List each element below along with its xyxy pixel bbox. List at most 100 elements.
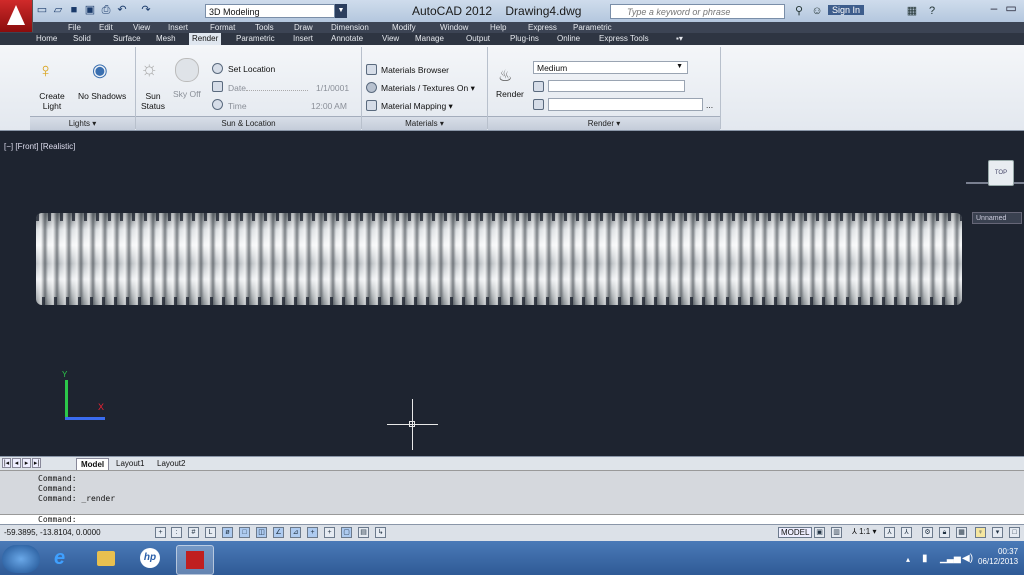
menu-dimension[interactable]: Dimension: [331, 22, 369, 33]
more-options-button[interactable]: ...: [706, 100, 713, 110]
menu-format[interactable]: Format: [210, 22, 235, 33]
taskbar-clock[interactable]: 00:37 06/12/2013: [978, 547, 1018, 567]
sun-status-icon[interactable]: ☼: [140, 58, 158, 81]
command-history[interactable]: Command: Command: Command: _render: [0, 470, 1024, 515]
help-icon[interactable]: ?: [925, 4, 939, 18]
threaded-rod-model[interactable]: [36, 213, 962, 305]
dynamic-input-icon[interactable]: +: [307, 527, 318, 538]
show-hidden-icons[interactable]: ▴: [906, 555, 910, 564]
tab-mesh[interactable]: Mesh: [156, 33, 176, 45]
tab-manage[interactable]: Manage: [415, 33, 444, 45]
viewcube[interactable]: TOP: [988, 160, 1014, 186]
sun-location-panel-footer[interactable]: Sun & Location: [136, 116, 361, 130]
no-shadows-icon[interactable]: ◉: [92, 60, 108, 81]
menu-edit[interactable]: Edit: [99, 22, 113, 33]
menu-file[interactable]: File: [68, 22, 81, 33]
tab-online[interactable]: Online: [557, 33, 580, 45]
status-bar-menu-icon[interactable]: ▾: [992, 527, 1003, 538]
tab-insert[interactable]: Insert: [293, 33, 313, 45]
signal-icon[interactable]: ▁▃▅: [940, 553, 961, 564]
restore-button[interactable]: ▭: [1003, 0, 1019, 18]
materials-browser-button[interactable]: Materials Browser: [381, 65, 449, 75]
menu-view[interactable]: View: [133, 22, 150, 33]
minimize-button[interactable]: –: [986, 0, 1002, 18]
sign-in-link[interactable]: Sign In: [828, 5, 865, 15]
auto-scale-icon[interactable]: ⅄: [901, 527, 912, 538]
teapot-icon[interactable]: ♨: [498, 66, 512, 86]
user-icon[interactable]: ☺: [810, 4, 824, 18]
menu-tools[interactable]: Tools: [255, 22, 274, 33]
polar-tracking-icon[interactable]: ø: [222, 527, 233, 538]
first-layout-icon[interactable]: |◂: [2, 458, 11, 468]
tab-output[interactable]: Output: [466, 33, 490, 45]
workspace-switch-icon[interactable]: ⚙: [922, 527, 933, 538]
tab-plug-ins[interactable]: Plug-ins: [510, 33, 539, 45]
print-icon[interactable]: ⎙: [100, 4, 112, 16]
binoculars-icon[interactable]: ⚲: [792, 4, 806, 18]
workspace-dropdown-arrow[interactable]: ▼: [335, 4, 347, 18]
undo-icon[interactable]: ↶: [116, 4, 128, 16]
set-location-button[interactable]: Set Location: [228, 64, 275, 74]
dynamic-ucs-icon[interactable]: ⊿: [290, 527, 301, 538]
materials-panel-footer[interactable]: Materials ▾: [362, 116, 487, 130]
create-light-button[interactable]: Create Light: [37, 91, 67, 111]
layout-tab-model[interactable]: Model: [76, 458, 110, 470]
grid-display-icon[interactable]: #: [188, 527, 199, 538]
redo-icon[interactable]: ↷: [140, 4, 152, 16]
workspace-selector[interactable]: 3D Modeling: [205, 4, 335, 18]
render-quality-select[interactable]: Medium ▼: [533, 61, 688, 74]
autocad-taskbar-button[interactable]: [176, 545, 214, 575]
annotation-visibility-icon[interactable]: ⅄: [884, 527, 895, 538]
application-menu-button[interactable]: [0, 0, 33, 32]
render-environment-field[interactable]: [548, 98, 703, 111]
tab-solid[interactable]: Solid: [73, 33, 91, 45]
sky-off-button[interactable]: Sky Off: [173, 89, 201, 99]
object-snap-icon[interactable]: □: [239, 527, 250, 538]
menu-modify[interactable]: Modify: [392, 22, 416, 33]
menu-draw[interactable]: Draw: [294, 22, 313, 33]
toolbar-lock-icon[interactable]: 🔒︎: [939, 527, 950, 538]
save-as-icon[interactable]: ▣: [84, 4, 96, 16]
volume-icon[interactable]: ◀): [962, 553, 973, 564]
transparency-icon[interactable]: ▢: [341, 527, 352, 538]
layout-tab-layout1[interactable]: Layout1: [112, 458, 148, 469]
new-icon[interactable]: ▭: [36, 4, 48, 16]
sun-status-button[interactable]: Sun Status: [140, 91, 166, 111]
coordinate-readout[interactable]: -59.3895, -13.8104, 0.0000: [4, 528, 101, 537]
save-icon[interactable]: ■: [68, 4, 80, 16]
render-panel-footer[interactable]: Render ▾: [488, 116, 720, 130]
infer-constraints-icon[interactable]: +: [155, 527, 166, 538]
lights-panel-footer[interactable]: Lights ▾: [30, 116, 135, 130]
layout-tab-layout2[interactable]: Layout2: [153, 458, 189, 469]
ribbon-options-icon[interactable]: ▪▾: [676, 33, 683, 45]
tab-surface[interactable]: Surface: [113, 33, 141, 45]
open-icon[interactable]: ▱: [52, 4, 64, 16]
quick-view-layouts-icon[interactable]: ▣: [814, 527, 825, 538]
object-snap-tracking-icon[interactable]: ∠: [273, 527, 284, 538]
hardware-acceleration-icon[interactable]: ▦: [956, 527, 967, 538]
snap-mode-icon[interactable]: :: [171, 527, 182, 538]
sky-off-icon[interactable]: [175, 58, 199, 82]
tab-parametric[interactable]: Parametric: [236, 33, 275, 45]
search-input[interactable]: Type a keyword or phrase: [610, 4, 785, 19]
menu-help[interactable]: Help: [490, 22, 506, 33]
viewport-controls-label[interactable]: [−] [Front] [Realistic]: [4, 142, 75, 151]
tab-view[interactable]: View: [382, 33, 399, 45]
ortho-mode-icon[interactable]: L: [205, 527, 216, 538]
selection-cycling-icon[interactable]: ↳: [375, 527, 386, 538]
quick-view-drawings-icon[interactable]: ▥: [831, 527, 842, 538]
internet-explorer-taskbar-button[interactable]: e: [44, 545, 80, 573]
render-button[interactable]: Render: [496, 89, 524, 99]
exchange-icon[interactable]: ▦: [905, 4, 919, 18]
quick-properties-icon[interactable]: ▤: [358, 527, 369, 538]
prev-layout-icon[interactable]: ◂: [12, 458, 21, 468]
3d-object-snap-icon[interactable]: ◫: [256, 527, 267, 538]
material-mapping-button[interactable]: Material Mapping ▾: [381, 101, 453, 111]
last-layout-icon[interactable]: ▸|: [32, 458, 41, 468]
menu-express[interactable]: Express: [528, 22, 557, 33]
menu-window[interactable]: Window: [440, 22, 468, 33]
start-button[interactable]: [2, 545, 40, 573]
file-explorer-taskbar-button[interactable]: [88, 545, 124, 573]
named-view-selector[interactable]: Unnamed: [972, 212, 1022, 224]
tab-render[interactable]: Render: [189, 33, 222, 45]
